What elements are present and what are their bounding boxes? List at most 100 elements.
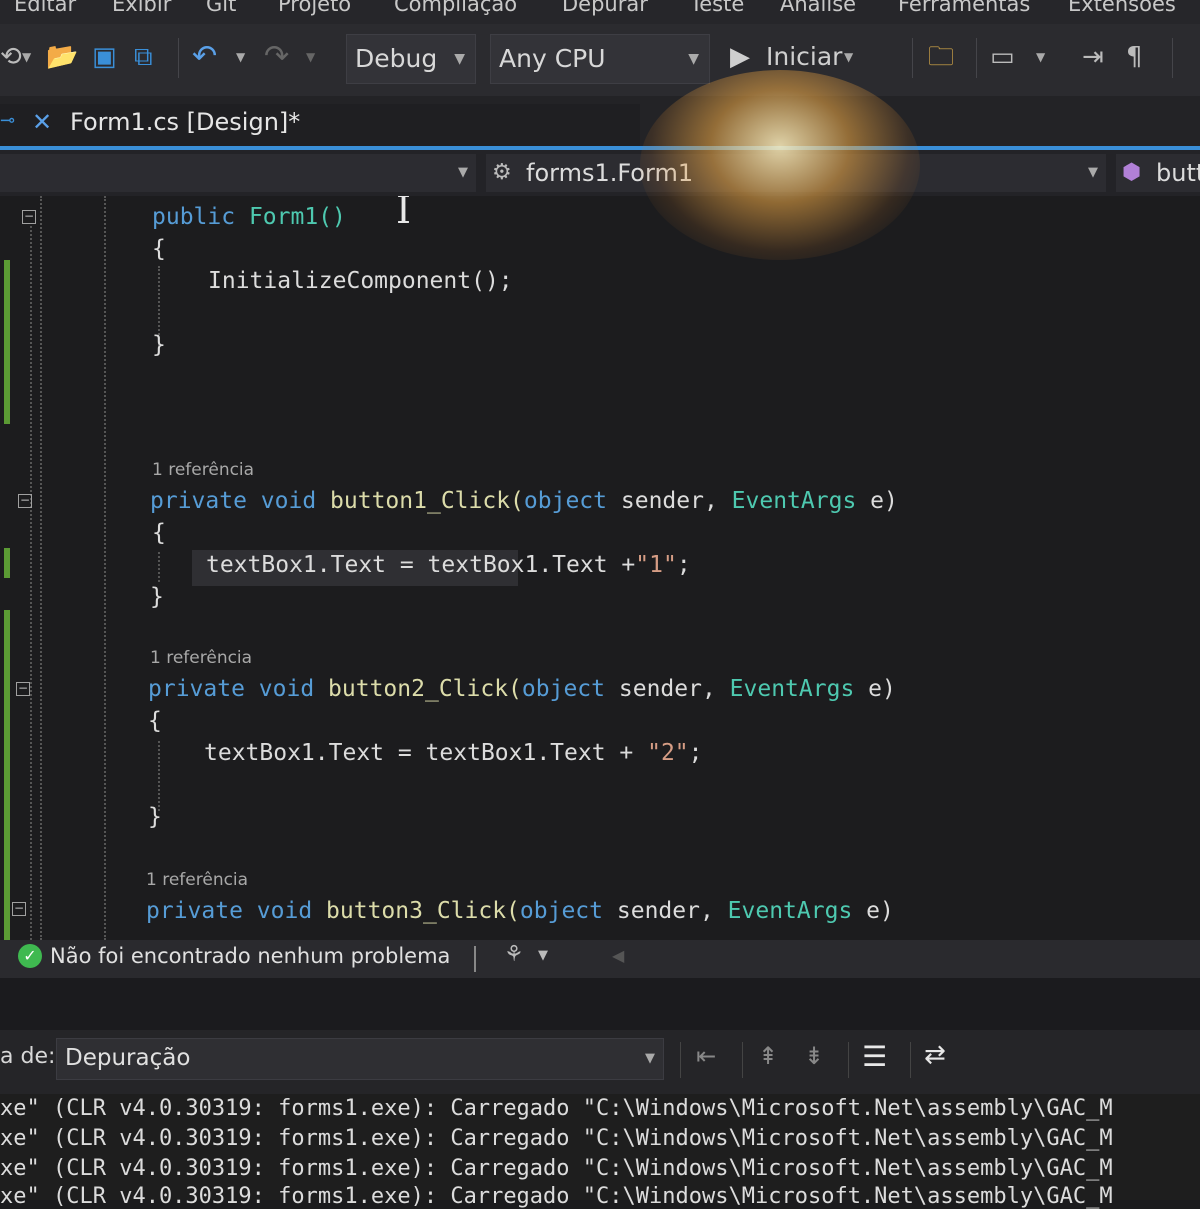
navigation-bar: ▼ ⚙ forms1.Form1 ▼ ⬢ butt: [0, 150, 1200, 196]
code-keyword: private: [150, 488, 247, 514]
code-line: InitializeComponent();: [208, 268, 513, 294]
code-keyword: object: [519, 898, 604, 924]
word-wrap-icon[interactable]: ⇄: [924, 1040, 946, 1070]
save-all-icon[interactable]: ⧉: [134, 42, 153, 72]
codelens-references[interactable]: 1 referência: [150, 648, 252, 668]
issues-status[interactable]: Não foi encontrado nenhum problema: [50, 944, 450, 968]
config-select[interactable]: Debug ▼: [346, 34, 476, 84]
next-message-icon[interactable]: ⇟: [804, 1042, 824, 1070]
code-param: sender,: [616, 898, 714, 924]
find-message-icon[interactable]: ⇤: [696, 1042, 716, 1070]
code-param: sender,: [618, 676, 716, 702]
back-icon[interactable]: ⟲: [0, 42, 22, 72]
code-line: textBox1.Text = textBox1.Text + "2";: [204, 740, 703, 766]
code-line: {: [148, 708, 162, 734]
member-combo-value: butt: [1156, 159, 1200, 187]
code-param: e): [868, 676, 896, 702]
editor-status-bar: ✓ Não foi encontrado nenhum problema ⚘ ▼…: [0, 940, 1200, 978]
change-marker: [4, 548, 10, 578]
code-param: sender,: [620, 488, 718, 514]
code-keyword: object: [523, 488, 608, 514]
change-marker: [4, 260, 10, 424]
menu-exibir[interactable]: Exibir: [112, 0, 171, 16]
menu-projeto[interactable]: Projeto: [278, 0, 351, 16]
platform-select[interactable]: Any CPU ▼: [490, 34, 710, 84]
code-statement: textBox1.Text = textBox1.Text +: [206, 552, 636, 578]
output-toolbar: a de: Depuração ▼ ⇤ ⇞ ⇟ ☰ ⇄: [0, 1030, 1200, 1094]
code-keyword: void: [260, 488, 317, 514]
code-keyword: private: [148, 676, 245, 702]
project-combo[interactable]: ▼: [0, 154, 476, 192]
tab-strip: ⊸ ✕ Form1.cs [Design]*: [0, 96, 1200, 148]
text-cursor-icon: I: [396, 196, 412, 232]
collapse-icon[interactable]: −: [16, 682, 30, 696]
play-icon[interactable]: ▶: [730, 42, 750, 72]
pin-icon[interactable]: ⊸: [0, 110, 15, 131]
menu-depurar[interactable]: Depurar: [562, 0, 648, 16]
member-icon: ⬢: [1122, 160, 1142, 185]
indent-icon[interactable]: ⇥: [1082, 42, 1104, 72]
menu-teste[interactable]: Teste: [690, 0, 744, 16]
code-line: private void button3_Click(object sender…: [146, 898, 894, 924]
chevron-down-icon[interactable]: ▼: [538, 948, 548, 963]
chevron-down-icon: ▼: [1088, 165, 1098, 180]
code-line: }: [152, 332, 166, 358]
redo-icon[interactable]: ↷: [264, 42, 289, 72]
open-folder-icon[interactable]: 📂: [46, 42, 78, 72]
code-keyword: private: [146, 898, 243, 924]
redo-dropdown-icon[interactable]: ▼: [306, 42, 315, 72]
tab-form1-design[interactable]: ⊸ ✕ Form1.cs [Design]*: [0, 104, 640, 148]
collapse-icon[interactable]: −: [12, 902, 26, 916]
window-icon[interactable]: ▭: [990, 42, 1015, 72]
menu-editar[interactable]: Editar: [14, 0, 76, 16]
undo-icon[interactable]: ↶: [192, 42, 217, 72]
code-method-name: button2_Click(: [328, 676, 522, 702]
menu-analise[interactable]: Análise: [780, 0, 856, 16]
codelens-references[interactable]: 1 referência: [152, 460, 254, 480]
code-statement: textBox1.Text = textBox1.Text +: [204, 740, 648, 766]
codelens-references[interactable]: 1 referência: [146, 870, 248, 890]
code-method-name: button1_Click(: [330, 488, 524, 514]
close-icon[interactable]: ✕: [32, 108, 52, 136]
code-line: private void button2_Click(object sender…: [148, 676, 896, 702]
dropdown-arrow-icon[interactable]: ▼: [22, 42, 31, 72]
save-icon[interactable]: ▣: [92, 42, 117, 72]
start-dropdown-icon[interactable]: ▼: [844, 42, 853, 72]
class-combo[interactable]: ⚙ forms1.Form1 ▼: [486, 154, 1106, 192]
member-combo[interactable]: ⬢ butt: [1116, 154, 1200, 192]
platform-value: Any CPU: [499, 44, 606, 73]
clear-all-icon[interactable]: ☰: [862, 1040, 887, 1073]
window-dropdown-icon[interactable]: ▼: [1036, 42, 1045, 72]
menu-extensoes[interactable]: Extensões: [1068, 0, 1176, 16]
code-type: EventArgs: [731, 488, 857, 514]
menu-ferramentas[interactable]: Ferramentas: [898, 0, 1030, 16]
code-line: textBox1.Text = textBox1.Text +"1";: [206, 552, 691, 578]
toolbar: ⟲ ▼ 📂 ▣ ⧉ ↶ ▼ ↷ ▼ Debug ▼ Any CPU ▼ ▶ In…: [0, 24, 1200, 96]
collapse-icon[interactable]: −: [18, 494, 32, 508]
code-line: }: [148, 804, 162, 830]
prev-message-icon[interactable]: ⇞: [758, 1042, 778, 1070]
output-source-select[interactable]: Depuração ▼: [56, 1038, 664, 1080]
code-line: private void button1_Click(object sender…: [150, 488, 898, 514]
class-combo-value: forms1.Form1: [526, 159, 694, 187]
code-line: {: [152, 236, 166, 262]
code-param: e): [870, 488, 898, 514]
code-editor[interactable]: − − − − public Form1() { InitializeCompo…: [0, 196, 1200, 940]
output-log[interactable]: xe" (CLR v4.0.30319: forms1.exe): Carreg…: [0, 1094, 1200, 1209]
check-circle-icon: ✓: [18, 944, 42, 968]
code-keyword: object: [521, 676, 606, 702]
scroll-left-icon[interactable]: ◀: [612, 946, 624, 965]
brush-icon[interactable]: ⚘: [504, 942, 524, 967]
code-method-name: button3_Click(: [326, 898, 520, 924]
code-string: "2": [647, 740, 689, 766]
code-keyword: void: [258, 676, 315, 702]
menu-git[interactable]: Git: [206, 0, 236, 16]
start-button[interactable]: Iniciar: [766, 42, 842, 72]
menu-compilacao[interactable]: Compilação: [394, 0, 517, 16]
undo-dropdown-icon[interactable]: ▼: [236, 42, 245, 72]
paragraph-icon[interactable]: ¶: [1126, 42, 1143, 72]
config-value: Debug: [355, 44, 438, 73]
chevron-down-icon: ▼: [688, 51, 699, 67]
browse-folder-icon[interactable]: 🗀: [928, 42, 954, 72]
collapse-icon[interactable]: −: [22, 210, 36, 224]
